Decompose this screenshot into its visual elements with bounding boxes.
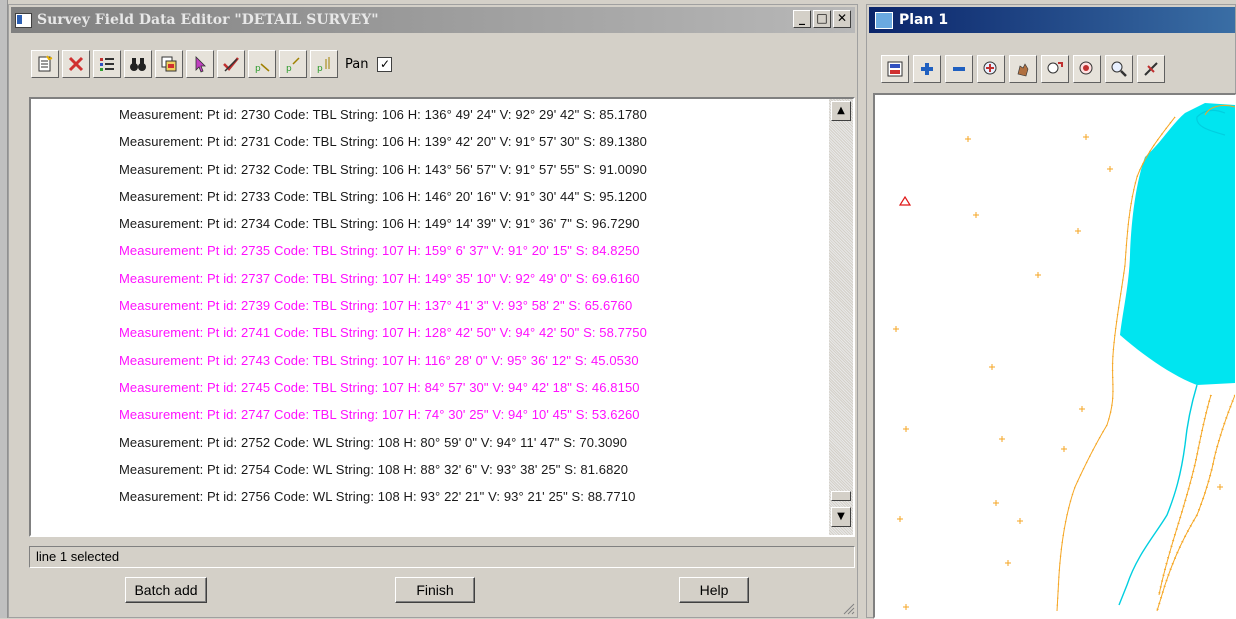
svg-text:p: p — [255, 64, 261, 74]
pan-hand-icon — [1017, 63, 1029, 77]
minus-icon — [953, 67, 965, 71]
status-bar: line 1 selected — [29, 546, 855, 568]
zoom-icon — [1111, 61, 1127, 77]
select-button[interactable] — [186, 50, 214, 78]
list-item[interactable]: Measurement: Pt id: 2732 Code: TBL Strin… — [31, 156, 821, 183]
resize-grip-icon[interactable] — [841, 601, 855, 615]
zoom-extents-button[interactable] — [1041, 55, 1069, 83]
zoom-extents-icon — [1047, 62, 1063, 74]
editor-toolbar: p p p Pan ✓ — [31, 47, 393, 81]
plan-title: Plan 1 — [899, 12, 949, 28]
list-item[interactable]: Measurement: Pt id: 2741 Code: TBL Strin… — [31, 319, 821, 346]
help-button[interactable]: Help — [679, 577, 749, 603]
zoom-in-button[interactable] — [977, 55, 1005, 83]
find-button[interactable] — [124, 50, 152, 78]
list-item[interactable]: Measurement: Pt id: 2733 Code: TBL Strin… — [31, 183, 821, 210]
minimize-button[interactable]: _ — [793, 10, 811, 28]
svg-text:p: p — [317, 64, 323, 74]
list-item[interactable]: Measurement: Pt id: 2739 Code: TBL Strin… — [31, 292, 821, 319]
batch-add-button[interactable]: Batch add — [125, 577, 207, 603]
red-triangle-marker — [898, 195, 912, 206]
plan-drawing — [893, 103, 1235, 612]
finish-button[interactable]: Finish — [395, 577, 475, 603]
pan-button[interactable] — [1009, 55, 1037, 83]
plan-titlebar[interactable]: Plan 1 — [869, 7, 1235, 33]
left-edge-strip — [0, 0, 8, 618]
zoom-window-icon — [1079, 61, 1093, 75]
point-edit-icon: p — [286, 57, 300, 74]
scroll-up-button[interactable]: ▲ — [831, 101, 851, 121]
tbl-string-mid-ticks — [1158, 394, 1212, 596]
vertical-scrollbar[interactable]: ▲ ▼ — [829, 99, 853, 535]
add-button[interactable] — [913, 55, 941, 83]
maximize-button[interactable]: □ — [813, 10, 831, 28]
point-button[interactable]: p — [248, 50, 276, 78]
survey-editor-window: Survey Field Data Editor "DETAIL SURVEY"… — [8, 4, 858, 618]
pick-button[interactable] — [1137, 55, 1165, 83]
check-icon — [223, 57, 239, 72]
list-item[interactable]: Measurement: Pt id: 2734 Code: TBL Strin… — [31, 210, 821, 237]
remove-button[interactable] — [945, 55, 973, 83]
zoom-window-button[interactable] — [1073, 55, 1101, 83]
list-item[interactable]: Measurement: Pt id: 2731 Code: TBL Strin… — [31, 128, 821, 155]
list-item[interactable]: Measurement: Pt id: 2743 Code: TBL Strin… — [31, 347, 821, 374]
pick-icon — [1144, 62, 1158, 76]
svg-text:p: p — [286, 64, 292, 74]
copy-icon — [161, 56, 177, 72]
tbl-string-right — [1156, 394, 1235, 612]
pan-label: Pan — [345, 56, 369, 72]
new-icon — [38, 55, 53, 72]
pan-checkbox[interactable]: ✓ — [377, 56, 393, 72]
delete-button[interactable] — [62, 50, 90, 78]
list-button[interactable] — [93, 50, 121, 78]
window-controls: _ □ ✕ — [793, 10, 851, 28]
point-edit-button[interactable]: p — [279, 50, 307, 78]
zoom-button[interactable] — [1105, 55, 1133, 83]
scroll-thumb[interactable] — [831, 491, 851, 501]
cursor-icon — [195, 56, 206, 73]
list-item[interactable]: Measurement: Pt id: 2730 Code: TBL Strin… — [31, 101, 821, 128]
editor-titlebar[interactable]: Survey Field Data Editor "DETAIL SURVEY"… — [11, 7, 855, 33]
close-button[interactable]: ✕ — [833, 10, 851, 28]
binoculars-icon — [130, 58, 146, 71]
plan-drawing-canvas[interactable] — [873, 93, 1236, 619]
window-title: Survey Field Data Editor "DETAIL SURVEY" — [37, 12, 379, 28]
list-icon — [100, 58, 114, 71]
plus-icon — [921, 63, 933, 75]
plan-window: Plan 1 — [866, 4, 1236, 619]
list-item[interactable]: Measurement: Pt id: 2745 Code: TBL Strin… — [31, 374, 821, 401]
scroll-down-button[interactable]: ▼ — [831, 507, 851, 527]
plan-icon — [887, 61, 903, 77]
point-chart-icon: p — [317, 57, 330, 74]
water-polygon — [1120, 103, 1235, 385]
list-item[interactable]: Measurement: Pt id: 2735 Code: TBL Strin… — [31, 237, 821, 264]
list-item[interactable]: Measurement: Pt id: 2737 Code: TBL Strin… — [31, 265, 821, 292]
list-item[interactable]: Measurement: Pt id: 2752 Code: WL String… — [31, 429, 821, 456]
app-icon — [15, 13, 32, 28]
list-rows: Measurement: Pt id: 2730 Code: TBL Strin… — [31, 101, 821, 510]
list-item[interactable]: Measurement: Pt id: 2756 Code: WL String… — [31, 483, 821, 510]
stream-line — [1118, 384, 1198, 606]
plan-menu-button[interactable] — [881, 55, 909, 83]
plan-window-icon — [875, 12, 893, 29]
list-item[interactable]: Measurement: Pt id: 2754 Code: WL String… — [31, 456, 821, 483]
list-item[interactable]: Measurement: Pt id: 2747 Code: TBL Strin… — [31, 401, 821, 428]
point-icon: p — [255, 63, 270, 74]
copy-button[interactable] — [155, 50, 183, 78]
check-button[interactable] — [217, 50, 245, 78]
plan-toolbar — [881, 55, 1165, 83]
point-chart-button[interactable]: p — [310, 50, 338, 78]
measurement-list[interactable]: Measurement: Pt id: 2730 Code: TBL Strin… — [29, 97, 855, 537]
zoom-in-icon — [983, 61, 997, 75]
new-button[interactable] — [31, 50, 59, 78]
delete-icon — [68, 56, 84, 72]
